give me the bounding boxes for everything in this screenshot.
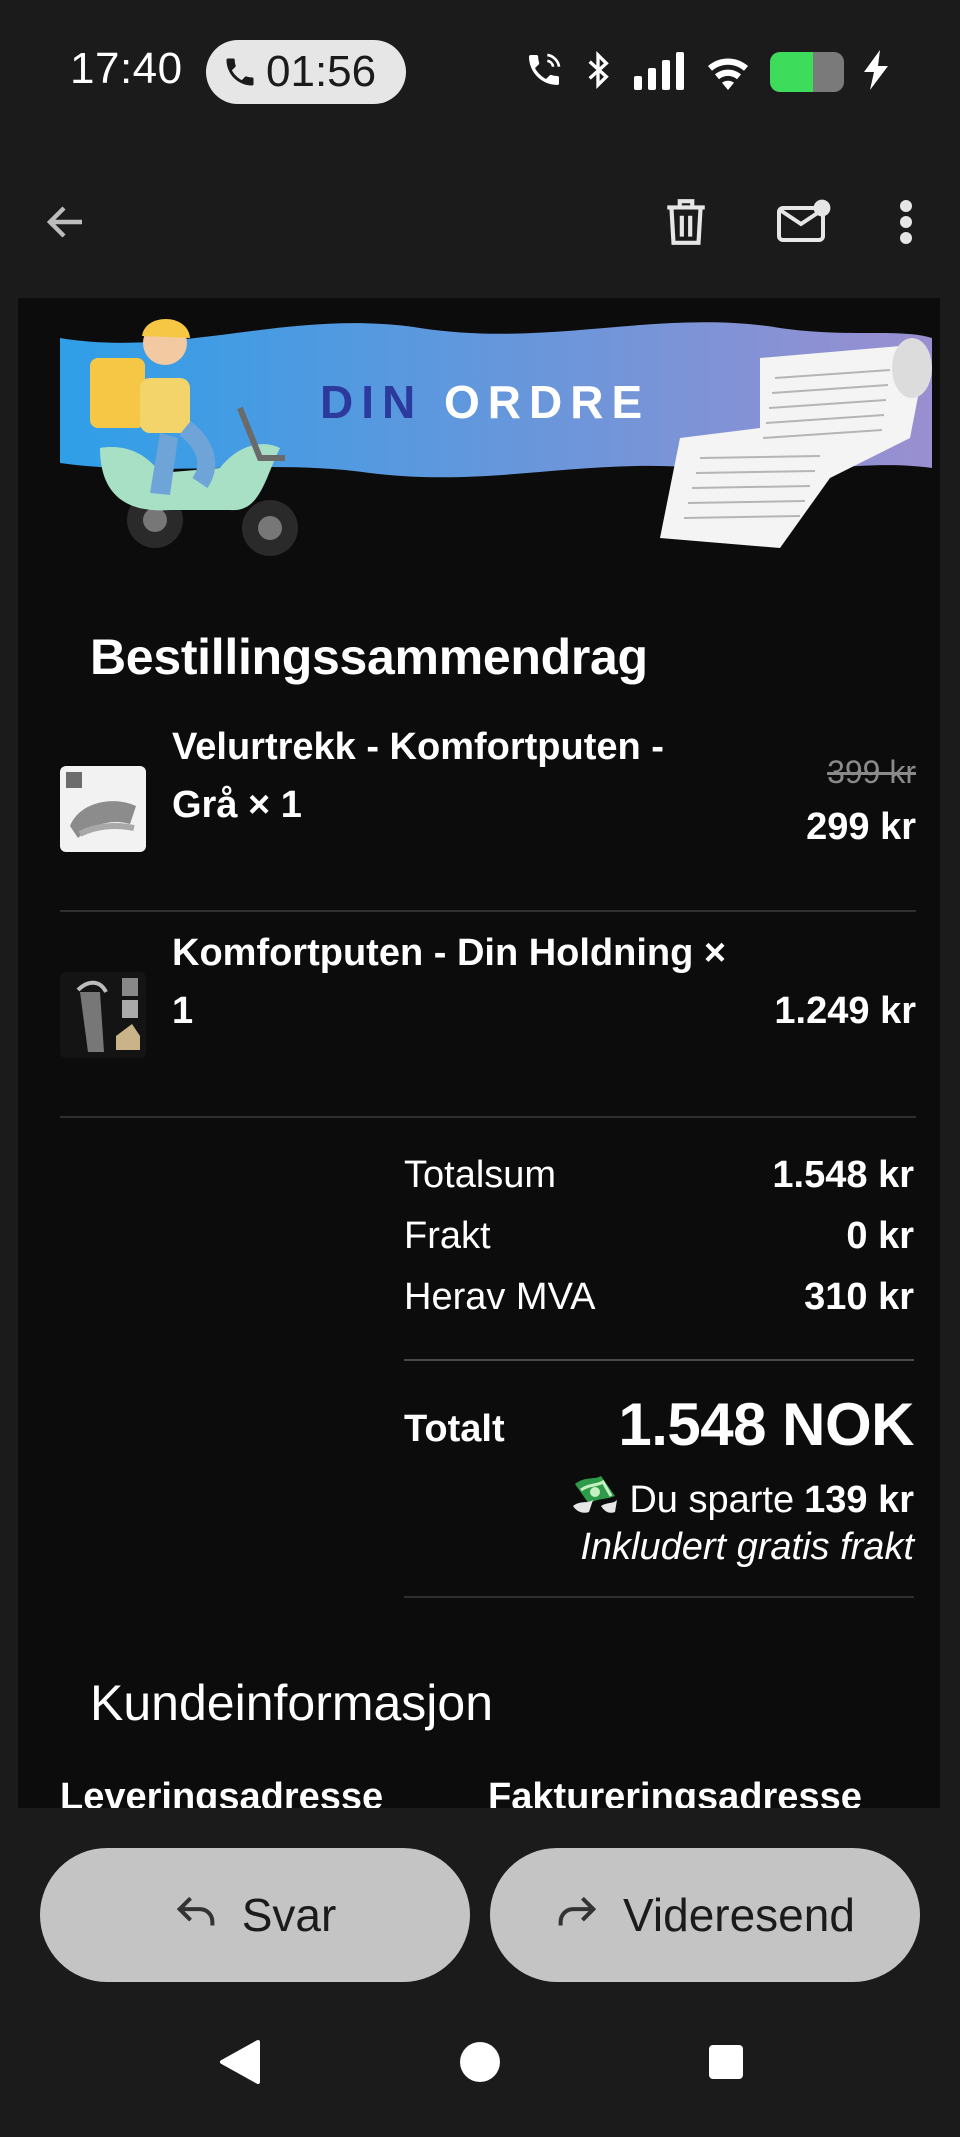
divider	[60, 910, 916, 912]
reply-button[interactable]: Svar	[40, 1848, 470, 1982]
more-options-button[interactable]	[872, 190, 940, 258]
reply-actions: Svar Videresend	[0, 1808, 960, 1998]
billing-address-label: Faktureringsadresse	[488, 1776, 862, 1808]
subtotal-value: 1.548 kr	[772, 1154, 914, 1196]
product-thumbnail	[60, 766, 146, 852]
divider	[404, 1359, 914, 1361]
call-duration: 01:56	[266, 47, 377, 96]
banner-word-ordre: ORDRE	[423, 376, 650, 428]
banner-word-din: DIN	[320, 376, 423, 428]
savings-text: Du sparte	[629, 1478, 795, 1521]
bluetooth-icon	[582, 50, 614, 95]
order-banner: DIN ORDRE	[60, 318, 932, 556]
clock: 17:40	[70, 44, 183, 93]
more-vert-icon	[898, 198, 914, 251]
battery-icon	[770, 52, 844, 92]
item-name: Komfortputen - Din Holdning × 1	[172, 932, 727, 1032]
banner-title: DIN ORDRE	[320, 376, 650, 428]
system-navigation-bar	[0, 1998, 960, 2137]
charging-bolt-icon	[862, 49, 890, 95]
wifi-calling-icon	[524, 50, 564, 95]
arrow-left-icon	[42, 198, 90, 251]
reply-label: Svar	[241, 1889, 337, 1941]
shipping-row: Frakt 0 kr	[404, 1215, 914, 1267]
shipping-value: 0 kr	[846, 1215, 914, 1257]
shipping-label: Frakt	[404, 1215, 491, 1257]
order-summary-title: Bestillingssammendrag	[90, 629, 648, 685]
money-with-wings-icon	[571, 1474, 619, 1526]
mark-unread-button[interactable]	[770, 190, 838, 258]
grand-total-label: Totalt	[404, 1408, 505, 1450]
signal-icon	[632, 50, 686, 95]
product-thumbnail	[60, 972, 146, 1058]
forward-icon	[555, 1888, 599, 1942]
delivery-address-label: Leveringsadresse	[60, 1776, 384, 1808]
delete-button[interactable]	[652, 190, 720, 258]
item-name: Velurtrekk - Komfortputen - Grå × 1	[172, 726, 664, 826]
status-bar: 17:40 01:56	[0, 0, 960, 150]
order-item: Komfortputen - Din Holdning × 1 1.249 kr	[60, 924, 916, 1084]
item-price: 1.249 kr	[774, 990, 916, 1032]
nav-home-button[interactable]	[450, 2034, 510, 2094]
email-body: DIN ORDRE Bestillingssammendrag Velurtre…	[18, 298, 940, 1808]
mail-unread-icon	[776, 198, 832, 251]
subtotal-row: Totalsum 1.548 kr	[404, 1154, 914, 1206]
back-button[interactable]	[32, 190, 100, 258]
free-shipping-note: Inkludert gratis frakt	[580, 1526, 914, 1568]
trash-icon	[663, 197, 709, 252]
savings-amount: 139 kr	[804, 1478, 914, 1521]
battery-level	[770, 52, 813, 92]
subtotal-label: Totalsum	[404, 1154, 557, 1196]
square-recents-icon	[707, 2043, 745, 2086]
item-price: 299 kr	[806, 806, 916, 848]
forward-label: Videresend	[623, 1889, 855, 1941]
circle-home-icon	[458, 2040, 502, 2089]
nav-back-button[interactable]	[210, 2034, 270, 2094]
phone-icon	[218, 50, 262, 94]
email-toolbar	[0, 150, 960, 298]
divider	[60, 1116, 916, 1118]
nav-recents-button[interactable]	[696, 2034, 756, 2094]
divider	[404, 1596, 914, 1598]
item-original-price: 399 kr	[827, 754, 916, 790]
ongoing-call-chip[interactable]: 01:56	[206, 40, 406, 104]
savings-line: Du sparte 139 kr	[571, 1474, 914, 1526]
wifi-icon	[704, 50, 752, 95]
grand-total-value: 1.548 NOK	[618, 1391, 914, 1458]
forward-button[interactable]: Videresend	[490, 1848, 920, 1982]
reply-icon	[174, 1888, 218, 1942]
vat-label: Herav MVA	[404, 1276, 596, 1318]
triangle-back-icon	[218, 2038, 262, 2091]
system-icons	[524, 48, 890, 96]
vat-row: Herav MVA 310 kr	[404, 1276, 914, 1328]
order-item: Velurtrekk - Komfortputen - Grå × 1 399 …	[60, 718, 916, 878]
customer-info-title: Kundeinformasjon	[90, 1675, 494, 1731]
vat-value: 310 kr	[804, 1276, 914, 1318]
